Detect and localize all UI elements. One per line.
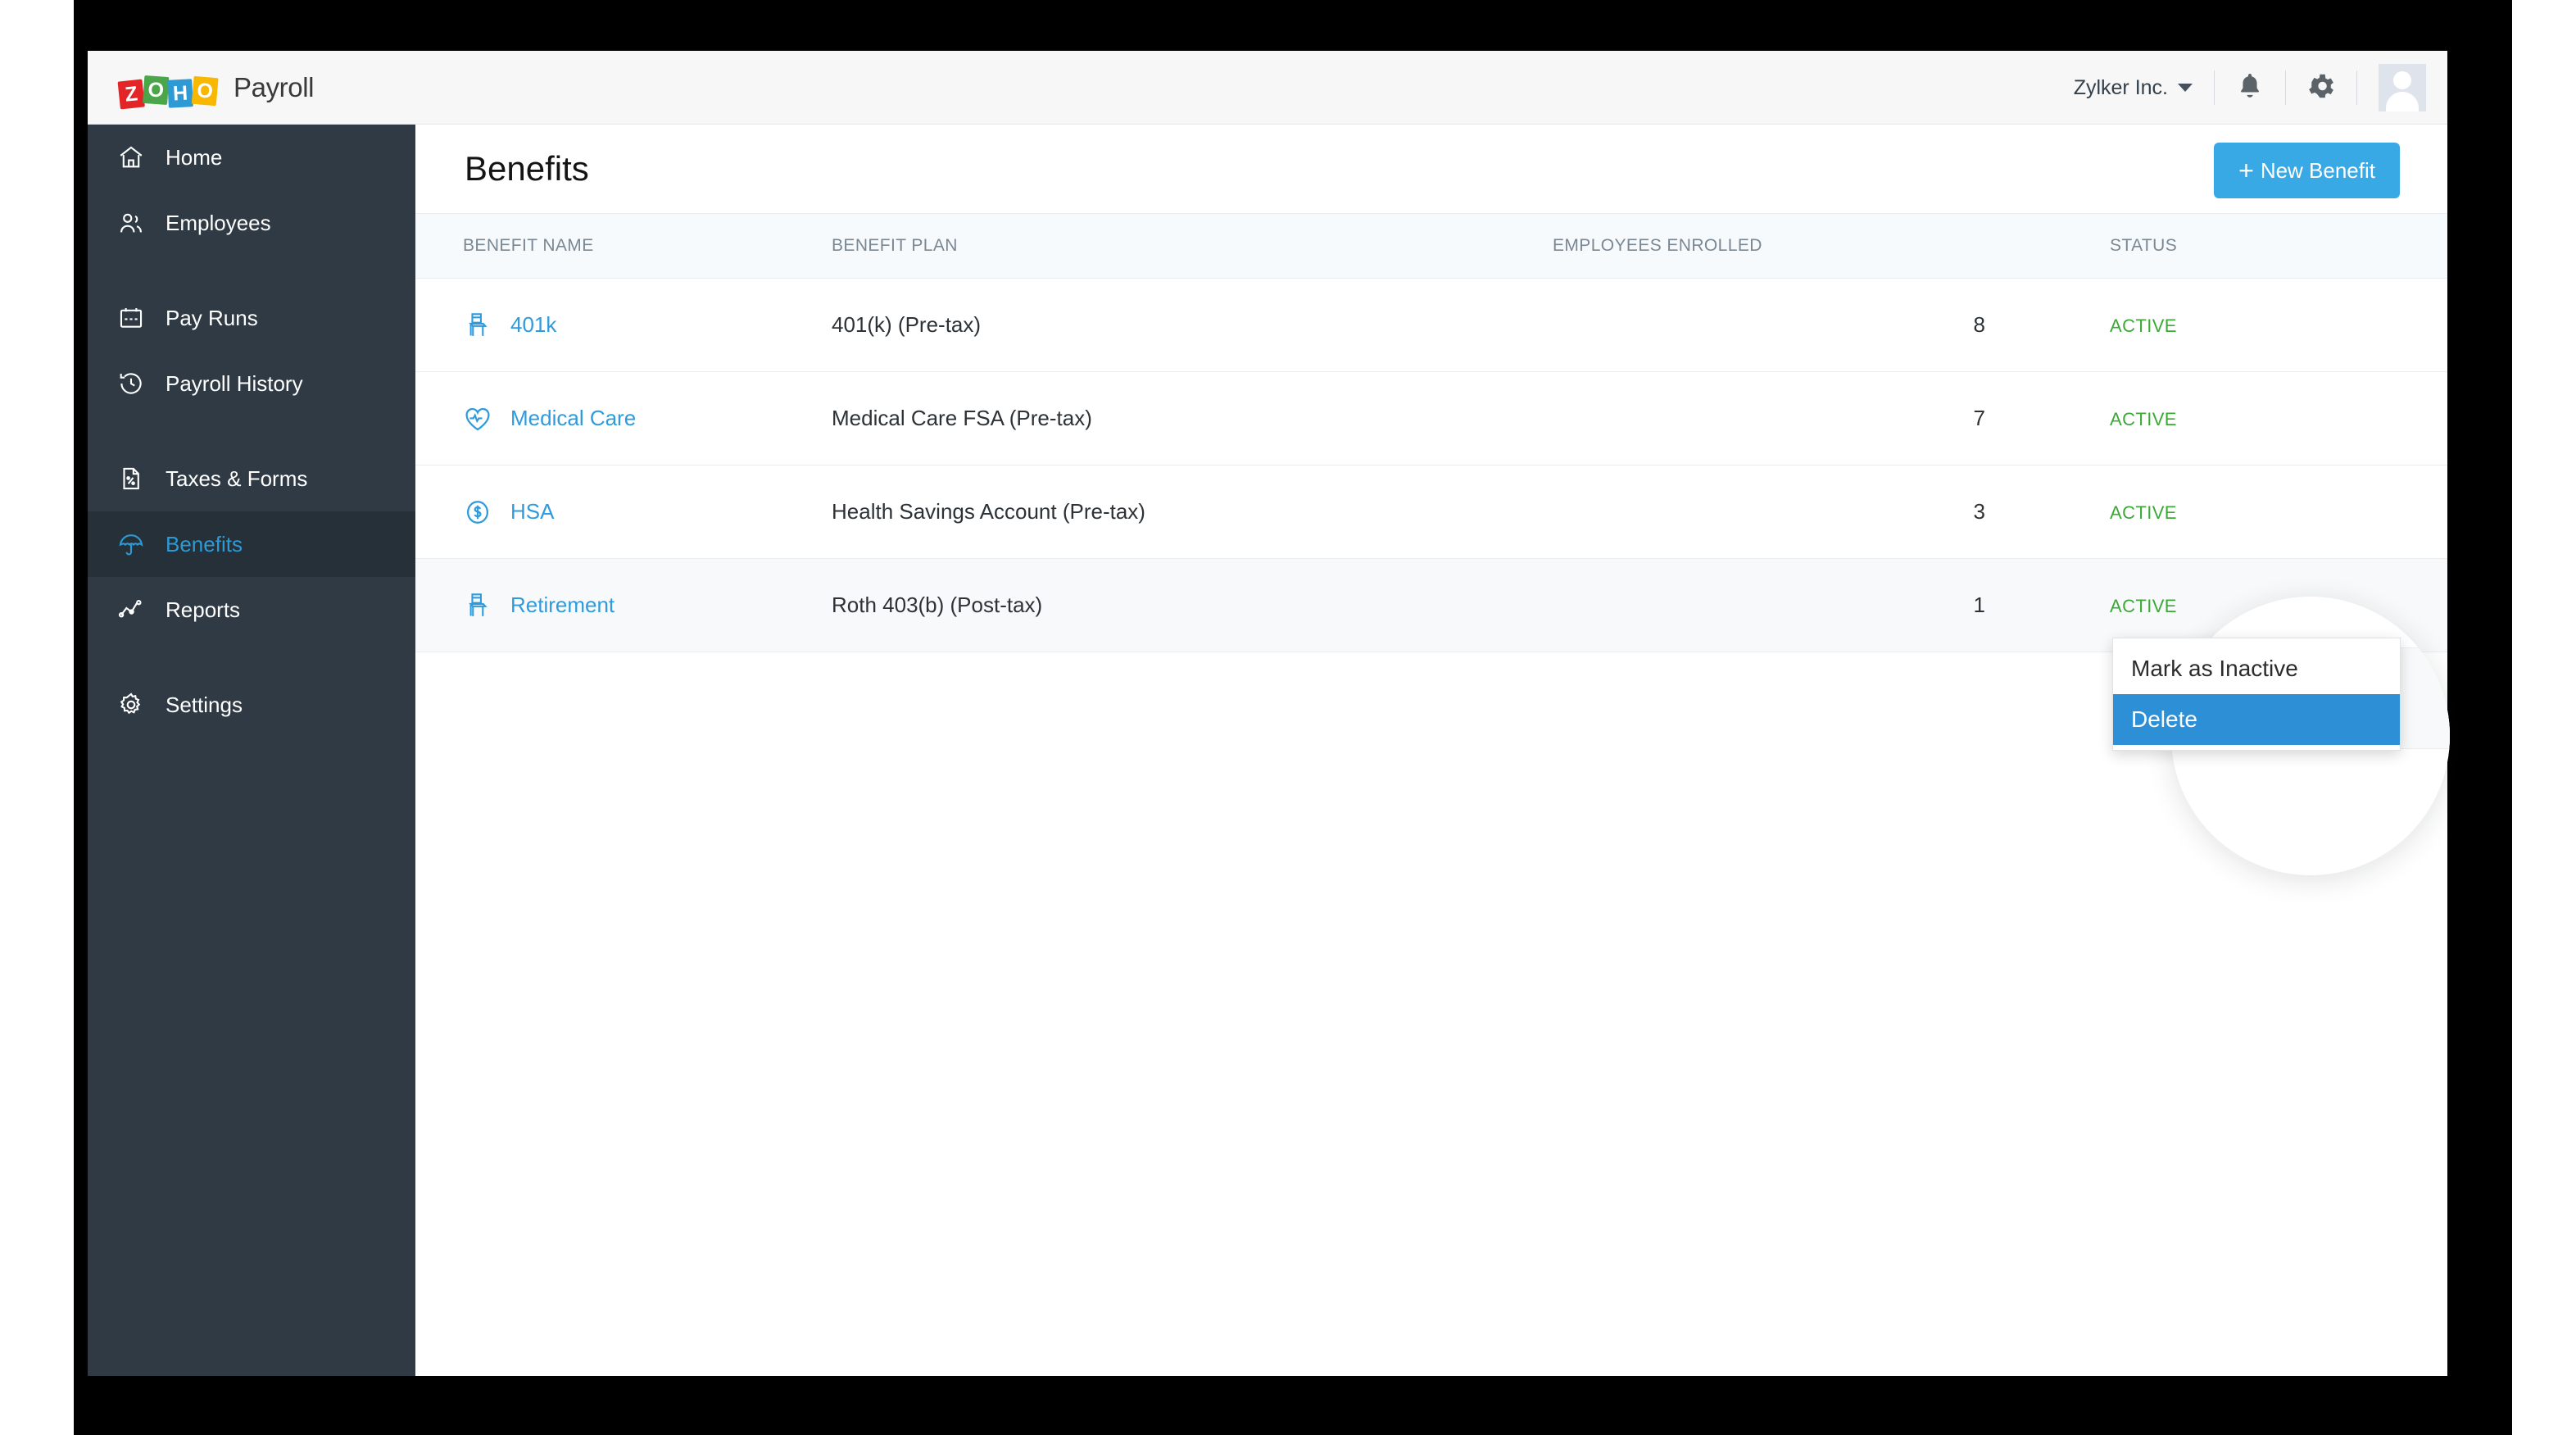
people-icon — [115, 207, 147, 239]
column-header-benefit-name[interactable]: BENEFIT NAME — [415, 213, 832, 279]
table-row[interactable]: HSA Health Savings Account (Pre-tax) 3 A… — [415, 465, 2447, 559]
enrolled-count: 7 — [1973, 406, 1985, 430]
zoho-logo-blocks: Z O H O — [117, 69, 219, 109]
settings-button[interactable] — [2286, 51, 2356, 125]
status-badge: ACTIVE — [2110, 596, 2177, 616]
zoho-logo-block-o1: O — [143, 75, 170, 105]
sidebar-group-divider — [88, 256, 415, 285]
cell-benefit-name: 401k — [415, 278, 832, 372]
chair-retirement-icon — [463, 591, 492, 620]
sidebar-item-taxes-forms[interactable]: Taxes & Forms — [88, 446, 415, 511]
sidebar-item-pay-runs[interactable]: Pay Runs — [88, 285, 415, 351]
sidebar-group-divider — [88, 416, 415, 446]
sidebar-item-employees[interactable]: Employees — [88, 190, 415, 256]
top-header-actions: Zylker Inc. — [2052, 51, 2426, 125]
cell-employees-enrolled: 1 — [1553, 558, 2061, 652]
sidebar-item-label: Taxes & Forms — [166, 465, 308, 491]
line-chart-icon — [115, 593, 147, 626]
sidebar-item-settings[interactable]: Settings — [88, 672, 415, 738]
cell-status: ACTIVE — [2061, 371, 2447, 465]
cell-employees-enrolled: 3 — [1553, 465, 2061, 559]
main-sidebar: Home Employees Pay Runs Payroll History … — [88, 125, 415, 1376]
benefits-table: BENEFIT NAME BENEFIT PLAN EMPLOYEES ENRO… — [415, 213, 2447, 652]
top-header-bar: Z O H O Payroll Zylker Inc. — [88, 51, 2447, 125]
umbrella-icon — [115, 528, 147, 561]
heart-pulse-icon — [463, 404, 492, 434]
benefit-name-link[interactable]: Retirement — [510, 593, 615, 618]
menu-item-label: Delete — [2131, 706, 2197, 732]
status-badge: ACTIVE — [2110, 502, 2177, 523]
column-header-benefit-plan[interactable]: BENEFIT PLAN — [832, 213, 1553, 279]
cell-benefit-plan: Health Savings Account (Pre-tax) — [832, 465, 1553, 559]
plus-icon: + — [2238, 156, 2254, 185]
menu-item-delete[interactable]: Delete — [2113, 694, 2400, 745]
sidebar-item-label: Payroll History — [166, 370, 303, 396]
dollar-circle-icon — [463, 497, 492, 527]
brand-logo[interactable]: Z O H O Payroll — [117, 69, 315, 109]
product-name: Payroll — [234, 71, 315, 102]
clock-history-icon — [115, 367, 147, 400]
zoho-logo-block-h: H — [167, 78, 193, 108]
org-name: Zylker Inc. — [2073, 75, 2168, 99]
cell-benefit-name: HSA — [415, 465, 832, 559]
org-switcher[interactable]: Zylker Inc. — [2052, 76, 2214, 100]
sidebar-item-label: Pay Runs — [166, 305, 258, 330]
new-benefit-label: New Benefit — [2260, 157, 2375, 183]
row-action-dropdown-menu: Mark as Inactive Delete — [2112, 638, 2401, 751]
gear-icon — [2306, 70, 2337, 106]
sidebar-item-benefits[interactable]: Benefits — [88, 511, 415, 577]
sidebar-item-reports[interactable]: Reports — [88, 577, 415, 643]
menu-item-mark-as-inactive[interactable]: Mark as Inactive — [2113, 643, 2400, 694]
enrolled-count: 8 — [1973, 312, 1985, 337]
column-header-status[interactable]: STATUS — [2061, 213, 2447, 279]
sidebar-item-label: Reports — [166, 597, 241, 622]
calendar-icon — [115, 302, 147, 334]
new-benefit-button[interactable]: + New Benefit — [2214, 143, 2400, 198]
status-badge: ACTIVE — [2110, 316, 2177, 336]
column-header-employees-enrolled[interactable]: EMPLOYEES ENROLLED — [1553, 213, 2061, 279]
cell-employees-enrolled: 7 — [1553, 371, 2061, 465]
table-row[interactable]: 401k 401(k) (Pre-tax) 8 ACTIVE — [415, 278, 2447, 372]
cell-benefit-plan: 401(k) (Pre-tax) — [832, 278, 1553, 372]
sidebar-item-payroll-history[interactable]: Payroll History — [88, 351, 415, 416]
table-body: 401k 401(k) (Pre-tax) 8 ACTIVE Medical C… — [415, 278, 2447, 652]
enrolled-count: 1 — [1973, 593, 1985, 617]
benefit-name-link[interactable]: HSA — [510, 499, 554, 525]
home-icon — [115, 141, 147, 174]
zoho-logo-block-z: Z — [117, 79, 145, 109]
sidebar-item-label: Home — [166, 144, 223, 170]
benefit-name-link[interactable]: Medical Care — [510, 406, 636, 431]
page-title: Benefits — [465, 149, 589, 188]
chair-retirement-icon — [463, 311, 492, 340]
sidebar-group-divider — [88, 643, 415, 672]
zoho-payroll-window: Z O H O Payroll Zylker Inc. Home Employe… — [88, 51, 2447, 1376]
table-row[interactable]: Medical Care Medical Care FSA (Pre-tax) … — [415, 371, 2447, 465]
sidebar-item-label: Benefits — [166, 531, 243, 556]
chevron-down-icon — [2178, 84, 2193, 92]
table-header-row: BENEFIT NAME BENEFIT PLAN EMPLOYEES ENRO… — [415, 213, 2447, 279]
table-header: BENEFIT NAME BENEFIT PLAN EMPLOYEES ENRO… — [415, 213, 2447, 279]
menu-item-label: Mark as Inactive — [2131, 656, 2298, 681]
benefit-name-link[interactable]: 401k — [510, 312, 556, 338]
cell-benefit-plan: Medical Care FSA (Pre-tax) — [832, 371, 1553, 465]
sidebar-item-home[interactable]: Home — [88, 125, 415, 190]
gear-icon — [115, 688, 147, 721]
cell-status: ACTIVE — [2061, 465, 2447, 559]
bell-icon — [2235, 70, 2265, 106]
cell-employees-enrolled: 8 — [1553, 278, 2061, 372]
status-badge: ACTIVE — [2110, 409, 2177, 429]
page-header: Benefits + New Benefit — [415, 125, 2447, 213]
enrolled-count: 3 — [1973, 499, 1985, 524]
zoho-logo-block-o2: O — [191, 75, 219, 106]
notifications-button[interactable] — [2215, 51, 2285, 125]
sidebar-item-label: Employees — [166, 210, 271, 235]
cell-benefit-name: Retirement — [415, 558, 832, 652]
avatar[interactable] — [2379, 64, 2426, 111]
cell-status: ACTIVE — [2061, 278, 2447, 372]
cell-benefit-plan: Roth 403(b) (Post-tax) — [832, 558, 1553, 652]
divider — [2356, 70, 2357, 105]
sidebar-item-label: Settings — [166, 692, 243, 717]
document-percent-icon — [115, 462, 147, 495]
cell-benefit-name: Medical Care — [415, 371, 832, 465]
